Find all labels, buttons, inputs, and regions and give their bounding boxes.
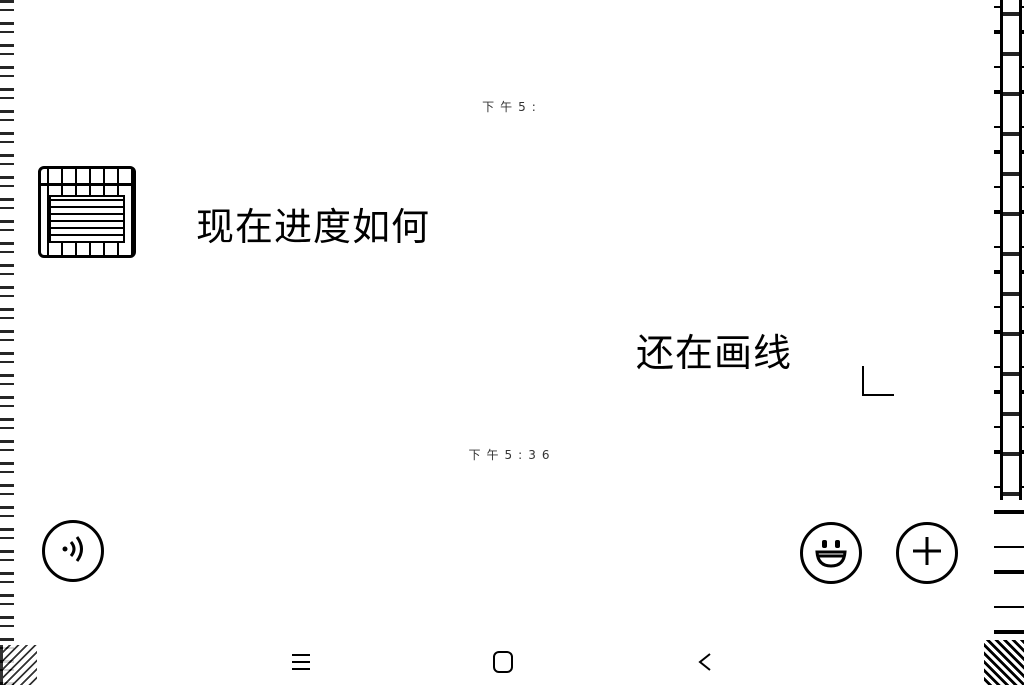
voice-input-button[interactable] <box>42 520 104 582</box>
nav-back-button[interactable] <box>690 650 720 678</box>
system-navigation-bar <box>0 640 1024 685</box>
emoji-icon <box>808 528 854 578</box>
chat-screen: 下午5: 现在进度如何 还在画线 下午5:36 <box>0 0 1024 685</box>
my-avatar[interactable] <box>862 366 894 396</box>
plus-icon <box>907 531 947 575</box>
message-timestamp-top: 下午5: <box>482 100 542 114</box>
corner-artifact-left <box>0 645 37 685</box>
back-icon <box>694 650 716 678</box>
message-timestamp-bottom: 下午5:36 <box>468 448 556 462</box>
nav-menu-button[interactable] <box>286 650 316 678</box>
emoji-button[interactable] <box>800 522 862 584</box>
home-icon <box>490 649 516 679</box>
corner-artifact-right <box>984 640 1024 685</box>
contact-avatar[interactable] <box>38 166 136 258</box>
voice-icon <box>53 529 93 573</box>
more-actions-button[interactable] <box>896 522 958 584</box>
incoming-message[interactable]: 现在进度如何 <box>196 196 430 251</box>
outgoing-message[interactable]: 还在画线 <box>636 322 792 377</box>
menu-icon <box>289 651 313 677</box>
nav-home-button[interactable] <box>488 650 518 678</box>
